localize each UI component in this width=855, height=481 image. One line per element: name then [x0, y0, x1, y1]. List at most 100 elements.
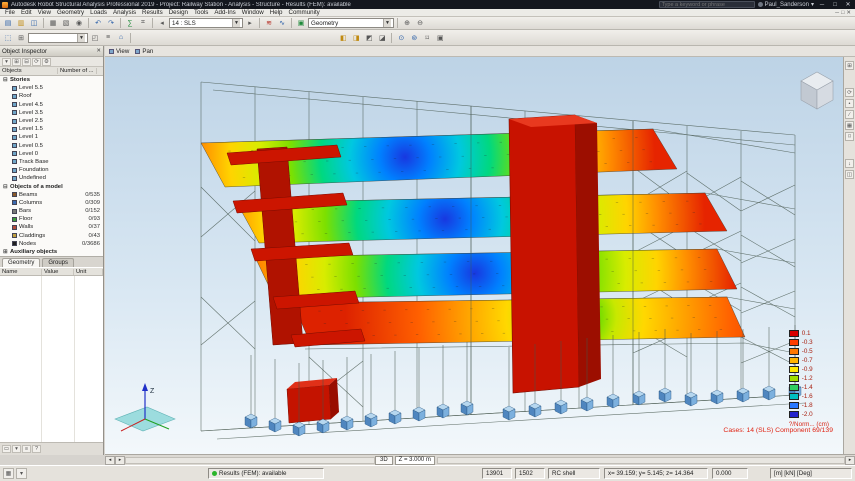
scroll-right-end-icon[interactable]: ▸: [845, 456, 855, 465]
menu-item-loads[interactable]: Loads: [87, 9, 110, 16]
open-project-icon[interactable]: ▥: [15, 18, 27, 29]
minimize-button[interactable]: ─: [817, 2, 827, 8]
tree-object-claddings[interactable]: Claddings0/43: [0, 232, 103, 240]
menu-item-results[interactable]: Results: [139, 9, 166, 16]
status-filter-icon[interactable]: ▾: [16, 468, 27, 479]
scroll-left-icon[interactable]: ◂: [105, 456, 115, 465]
units-indicator[interactable]: [m] [kN] [Deg]: [770, 468, 852, 479]
save-icon[interactable]: ◫: [28, 18, 40, 29]
tree-object-beams[interactable]: Beams0/535: [0, 191, 103, 199]
tree-story-foundation[interactable]: Foundation: [0, 166, 103, 174]
zoom-out-icon[interactable]: ⊖: [414, 18, 426, 29]
menu-item-window[interactable]: Window: [239, 9, 267, 16]
mdi-close-icon[interactable]: ✕: [846, 10, 851, 16]
render-shaded-icon[interactable]: ◧: [337, 32, 349, 43]
menu-item-analysis[interactable]: Analysis: [110, 9, 139, 16]
inspector-close-icon[interactable]: ✕: [96, 48, 101, 54]
legend-entry[interactable]: -1.4: [789, 383, 829, 392]
collapse-icon[interactable]: ⊟: [3, 184, 9, 190]
next-case-icon[interactable]: ▸: [244, 18, 256, 29]
legend-entry[interactable]: -0.3: [789, 338, 829, 347]
pan-button[interactable]: Pan: [135, 48, 153, 55]
tree-auxiliary-root[interactable]: ⊞ Auxiliary objects: [0, 248, 103, 256]
tree-object-nodes[interactable]: Nodes0/3686: [0, 240, 103, 248]
initial-view-icon[interactable]: ⌂: [115, 32, 127, 43]
menu-item-design[interactable]: Design: [166, 9, 191, 16]
undo-icon[interactable]: ↶: [92, 18, 104, 29]
refresh-icon[interactable]: ⟳: [32, 58, 41, 66]
legend-entry[interactable]: 0.1: [789, 329, 829, 338]
panel-filter-icon[interactable]: ▾: [12, 445, 21, 453]
results-status[interactable]: Results (FEM): available: [208, 468, 324, 479]
expand-all-icon[interactable]: ⊞: [12, 58, 21, 66]
search-input[interactable]: [659, 1, 755, 8]
legend-entry[interactable]: -0.9: [789, 365, 829, 374]
section-view-icon[interactable]: ◩: [363, 32, 375, 43]
nodes-display-icon[interactable]: •: [845, 99, 854, 108]
inspector-settings-icon[interactable]: ⚙: [42, 58, 51, 66]
result-legend[interactable]: 0.1-0.3-0.5-0.7-0.9-1.2-1.4-1.6-1.8-2.0 …: [789, 329, 829, 428]
calculations-icon[interactable]: ∑: [124, 18, 136, 29]
menu-item-geometry[interactable]: Geometry: [54, 9, 87, 16]
print-icon[interactable]: ▦: [47, 18, 59, 29]
maximize-button[interactable]: □: [830, 2, 840, 8]
tree-story-level-2.5[interactable]: Level 2.5: [0, 117, 103, 125]
tree-object-walls[interactable]: Walls0/37: [0, 223, 103, 231]
legend-entry[interactable]: -2.0: [789, 410, 829, 419]
tree-story-level-1.5[interactable]: Level 1.5: [0, 125, 103, 133]
tree-story-roof[interactable]: Roof: [0, 92, 103, 100]
tree-object-columns[interactable]: Columns0/309: [0, 199, 103, 207]
menu-item-tools[interactable]: Tools: [191, 9, 211, 16]
collapse-all-icon[interactable]: ⊟: [22, 58, 31, 66]
scroll-right-icon[interactable]: ▸: [115, 456, 125, 465]
supports-icon[interactable]: ⌑: [845, 132, 854, 141]
view-manager-icon[interactable]: ◰: [89, 32, 101, 43]
expand-icon[interactable]: ⊞: [3, 249, 9, 255]
account-menu[interactable]: Paul_Sanderson ▾: [758, 1, 814, 8]
panels-display-icon[interactable]: ▦: [845, 121, 854, 130]
legend-entry[interactable]: -1.2: [789, 374, 829, 383]
display-attributes-icon[interactable]: ≡: [102, 32, 114, 43]
panel-list-icon[interactable]: ≡: [22, 445, 31, 453]
bars-display-icon[interactable]: ∕: [845, 110, 854, 119]
menu-item-edit[interactable]: Edit: [18, 9, 35, 16]
select-icon[interactable]: ⬚: [2, 32, 14, 43]
panel-help-icon[interactable]: ?: [32, 445, 41, 453]
view-menu-button[interactable]: View: [109, 48, 129, 55]
tree-story-level-0[interactable]: Level 0: [0, 150, 103, 158]
close-button[interactable]: ✕: [843, 1, 853, 8]
menu-item-view[interactable]: View: [35, 9, 54, 16]
view-tab-3d[interactable]: 3D: [375, 456, 393, 465]
z-level-indicator[interactable]: Z = 3.000 m: [395, 456, 435, 465]
new-project-icon[interactable]: ▤: [2, 18, 14, 29]
tree-object-floor[interactable]: Floor0/93: [0, 215, 103, 223]
select-all-icon[interactable]: ⊞: [15, 32, 27, 43]
tree-story-level-1[interactable]: Level 1: [0, 133, 103, 141]
print-preview-icon[interactable]: ▧: [60, 18, 72, 29]
tree-story-level-4.5[interactable]: Level 4.5: [0, 101, 103, 109]
viewport[interactable]: Z 0.1-0.3-0.5-0.7-0.9-1.2-1.4-1.6-1.8-2.…: [105, 57, 843, 454]
screen-capture-icon[interactable]: ◉: [73, 18, 85, 29]
legend-entry[interactable]: -0.5: [789, 347, 829, 356]
grid-display-icon[interactable]: ▣: [434, 32, 446, 43]
bar-numbers-icon[interactable]: ⊚: [408, 32, 420, 43]
tree-story-undefined[interactable]: Undefined: [0, 174, 103, 182]
zoom-in-icon[interactable]: ⊕: [401, 18, 413, 29]
tab-groups[interactable]: Groups: [42, 258, 74, 267]
node-numbers-icon[interactable]: ⊙: [395, 32, 407, 43]
sections-display-icon[interactable]: ◫: [845, 170, 854, 179]
loads-display-icon[interactable]: ↓: [845, 159, 854, 168]
menu-item-help[interactable]: Help: [267, 9, 286, 16]
redo-icon[interactable]: ↷: [105, 18, 117, 29]
mdi-restore-icon[interactable]: □: [841, 10, 844, 16]
projection-icon[interactable]: ◪: [376, 32, 388, 43]
mdi-minimize-icon[interactable]: ─: [835, 10, 839, 16]
supports-display-icon[interactable]: ⌑: [421, 32, 433, 43]
collapse-icon[interactable]: ⊟: [3, 77, 9, 83]
tab-geometry[interactable]: Geometry: [2, 258, 40, 267]
status-view-icon[interactable]: ▦: [3, 468, 14, 479]
horizontal-scrollbar-right[interactable]: [437, 457, 845, 464]
tree-story-track-base[interactable]: Track Base: [0, 158, 103, 166]
tree-object-bars[interactable]: Bars0/152: [0, 207, 103, 215]
menu-item-community[interactable]: Community: [285, 9, 322, 16]
